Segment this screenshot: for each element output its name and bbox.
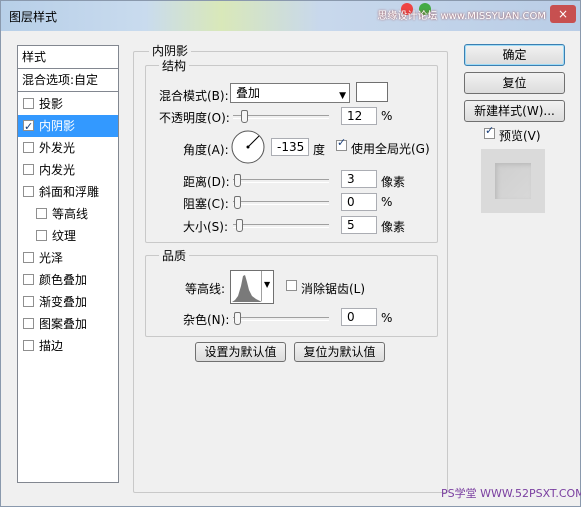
choke-label: 阻塞(C): xyxy=(183,197,229,211)
distance-input[interactable]: 3 xyxy=(341,170,377,188)
noise-slider-thumb[interactable] xyxy=(234,312,241,325)
size-label: 大小(S): xyxy=(183,220,229,234)
structure-title: 结构 xyxy=(159,57,190,74)
styles-list-header[interactable]: 样式 xyxy=(18,46,118,69)
style-item[interactable]: 投影 xyxy=(18,93,118,115)
contour-dropdown-button[interactable]: ▼ xyxy=(261,271,273,301)
distance-label: 距离(D): xyxy=(183,175,230,189)
choke-slider-thumb[interactable] xyxy=(234,196,241,209)
style-item[interactable]: 渐变叠加 xyxy=(18,291,118,313)
style-item-checkbox[interactable] xyxy=(23,98,34,109)
style-preview-thumbnail xyxy=(481,149,545,213)
choke-slider[interactable] xyxy=(233,196,329,209)
antialias-checkbox[interactable] xyxy=(286,280,297,291)
style-item-checkbox[interactable] xyxy=(23,186,34,197)
blend-mode-select[interactable]: 叠加 ▼ xyxy=(230,83,350,103)
ok-button[interactable]: 确定 xyxy=(464,44,565,66)
style-item-checkbox[interactable] xyxy=(23,340,34,351)
distance-slider-thumb[interactable] xyxy=(234,174,241,187)
style-item-checkbox[interactable] xyxy=(36,230,47,241)
style-item-checkbox[interactable] xyxy=(23,318,34,329)
shadow-color-swatch[interactable] xyxy=(356,82,388,102)
antialias-label: 消除锯齿(L) xyxy=(301,282,366,296)
style-item[interactable]: 图案叠加 xyxy=(18,313,118,335)
global-light-checkbox[interactable] xyxy=(336,136,347,151)
noise-input[interactable]: 0 xyxy=(341,308,377,326)
style-item-label: 颜色叠加 xyxy=(39,273,88,287)
opacity-slider[interactable] xyxy=(233,110,329,123)
style-item[interactable]: 内发光 xyxy=(18,159,118,181)
style-item-label: 等高线 xyxy=(52,207,89,221)
style-item-label: 内阴影 xyxy=(39,119,76,133)
style-item-label: 内发光 xyxy=(39,163,76,177)
style-item-checkbox[interactable] xyxy=(23,142,34,153)
style-item-label: 图案叠加 xyxy=(39,317,88,331)
opacity-input[interactable]: 12 xyxy=(341,107,377,125)
size-slider-thumb[interactable] xyxy=(236,219,243,232)
preview-label: 预览(V) xyxy=(499,129,541,143)
chevron-down-icon: ▼ xyxy=(264,280,271,289)
angle-dial[interactable] xyxy=(230,129,266,165)
preview-checkbox[interactable] xyxy=(484,124,495,139)
watermark-text: 思缘设计论坛 www.MISSYUAN.COM xyxy=(377,11,546,22)
style-item[interactable]: 颜色叠加 xyxy=(18,269,118,291)
distance-slider[interactable] xyxy=(233,174,329,187)
new-style-button[interactable]: 新建样式(W)... xyxy=(464,100,565,122)
style-item[interactable]: 纹理 xyxy=(18,225,118,247)
angle-label: 角度(A): xyxy=(183,143,229,157)
style-item-checkbox[interactable] xyxy=(36,208,47,219)
style-item-checkbox[interactable] xyxy=(23,274,34,285)
style-item[interactable]: 光泽 xyxy=(18,247,118,269)
angle-unit: 度 xyxy=(313,143,326,157)
style-item-label: 描边 xyxy=(39,339,64,353)
style-item-label: 渐变叠加 xyxy=(39,295,88,309)
style-item-checkbox[interactable] xyxy=(23,164,34,175)
style-item-label: 光泽 xyxy=(39,251,64,265)
style-item-label: 外发光 xyxy=(39,141,76,155)
choke-unit: % xyxy=(381,195,393,209)
layer-style-dialog: 图层样式 思缘设计论坛 www.MISSYUAN.COM × 样式 混合选项:自… xyxy=(0,0,581,507)
size-unit: 像素 xyxy=(381,220,406,234)
title-bar[interactable]: 图层样式 思缘设计论坛 www.MISSYUAN.COM × xyxy=(1,1,580,31)
close-button[interactable]: × xyxy=(550,5,576,23)
make-default-button[interactable]: 设置为默认值 xyxy=(195,342,286,362)
size-input[interactable]: 5 xyxy=(341,216,377,234)
chevron-down-icon: ▼ xyxy=(339,91,346,101)
opacity-slider-thumb[interactable] xyxy=(241,110,248,123)
window-title: 图层样式 xyxy=(9,10,58,24)
distance-unit: 像素 xyxy=(381,175,406,189)
contour-label: 等高线: xyxy=(185,282,226,296)
style-item[interactable]: 内阴影 xyxy=(18,115,118,138)
style-item-checkbox[interactable] xyxy=(23,296,34,307)
style-item-checkbox[interactable] xyxy=(23,252,34,263)
noise-unit: % xyxy=(381,311,393,325)
style-item[interactable]: 等高线 xyxy=(18,203,118,225)
style-item-label: 纹理 xyxy=(52,229,77,243)
blend-options-item[interactable]: 混合选项:自定 xyxy=(18,69,118,92)
reset-button[interactable]: 复位 xyxy=(464,72,565,94)
noise-slider[interactable] xyxy=(233,312,329,325)
style-item-label: 斜面和浮雕 xyxy=(39,185,100,199)
contour-curve-icon xyxy=(232,275,262,302)
style-item[interactable]: 外发光 xyxy=(18,137,118,159)
style-preview-swatch xyxy=(495,163,531,199)
quality-title: 品质 xyxy=(159,247,190,264)
global-light-label: 使用全局光(G) xyxy=(351,142,430,156)
footer-watermark: PS学堂 WWW.52PSXT.COM xyxy=(441,487,581,500)
opacity-unit: % xyxy=(381,109,393,123)
contour-picker[interactable]: ▼ xyxy=(230,270,274,304)
style-item-label: 投影 xyxy=(39,97,64,111)
noise-label: 杂色(N): xyxy=(183,313,230,327)
styles-list: 样式 混合选项:自定 投影内阴影外发光内发光斜面和浮雕等高线纹理光泽颜色叠加渐变… xyxy=(17,45,119,483)
style-item-checkbox[interactable] xyxy=(23,116,34,138)
style-item[interactable]: 描边 xyxy=(18,335,118,357)
blend-mode-label: 混合模式(B): xyxy=(159,89,229,103)
choke-input[interactable]: 0 xyxy=(341,193,377,211)
reset-to-default-button[interactable]: 复位为默认值 xyxy=(294,342,385,362)
angle-input[interactable]: -135 xyxy=(271,138,309,156)
opacity-label: 不透明度(O): xyxy=(159,111,230,125)
size-slider[interactable] xyxy=(233,219,329,232)
style-item[interactable]: 斜面和浮雕 xyxy=(18,181,118,203)
